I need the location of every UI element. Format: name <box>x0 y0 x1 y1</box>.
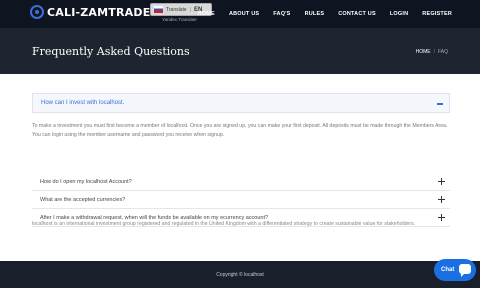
logo-mark-icon <box>30 5 44 19</box>
faq-question-text: What are the accepted currencies? <box>40 196 126 203</box>
faq-question-text: How can I invest with localhost. <box>41 100 125 106</box>
chat-bubble-icon <box>459 264 471 277</box>
minus-icon[interactable] <box>437 103 443 105</box>
chat-button[interactable]: Chat <box>434 259 476 281</box>
faq-answer: To make a investment you must first beco… <box>32 123 448 138</box>
nav-home[interactable]: HOME <box>198 11 215 17</box>
logo-text: CALI-ZAMTRADE <box>47 5 151 19</box>
nav-register[interactable]: REGISTER <box>422 11 452 17</box>
faq-question[interactable]: What are the accepted currencies? <box>32 191 450 209</box>
translate-caption: Yandex.Translate <box>162 17 197 22</box>
main-nav: HOME ABOUT US FAQ'S RULES CONTACT US LOG… <box>198 0 452 28</box>
faq-question-text: How do I open my localhost Account? <box>40 178 132 185</box>
site-footer: Copyright © localhost <box>0 261 480 288</box>
translate-separator: | <box>189 6 191 13</box>
nav-faqs[interactable]: FAQ'S <box>273 11 290 17</box>
plus-icon[interactable] <box>438 196 445 203</box>
faq-question[interactable]: How do I open my localhost Account? <box>32 173 450 191</box>
breadcrumb-separator: / <box>433 49 435 55</box>
flag-icon <box>154 6 163 13</box>
breadcrumb: HOME / FAQ <box>416 49 448 55</box>
page-banner: Frequently Asked Questions HOME / FAQ <box>0 28 480 74</box>
page-title: Frequently Asked Questions <box>32 45 190 58</box>
breadcrumb-current: FAQ <box>437 49 448 55</box>
translate-label: Translate <box>166 6 187 13</box>
about-text: localhost is an international investment… <box>32 221 416 227</box>
nav-rules[interactable]: RULES <box>305 11 325 17</box>
site-header: CALI-ZAMTRADE Translate | EN Yandex.Tran… <box>0 0 480 28</box>
chat-label: Chat <box>441 267 455 273</box>
faq-accordion: How can I invest with localhost. To make… <box>32 93 450 227</box>
logo[interactable]: CALI-ZAMTRADE <box>30 5 150 19</box>
faq-question-open[interactable]: How can I invest with localhost. <box>32 93 450 113</box>
breadcrumb-home[interactable]: HOME <box>416 49 431 55</box>
nav-login[interactable]: LOGIN <box>390 11 408 17</box>
copyright-text: Copyright © localhost <box>216 272 264 278</box>
nav-contact-us[interactable]: CONTACT US <box>338 11 376 17</box>
nav-about-us[interactable]: ABOUT US <box>229 11 259 17</box>
plus-icon[interactable] <box>438 178 445 185</box>
